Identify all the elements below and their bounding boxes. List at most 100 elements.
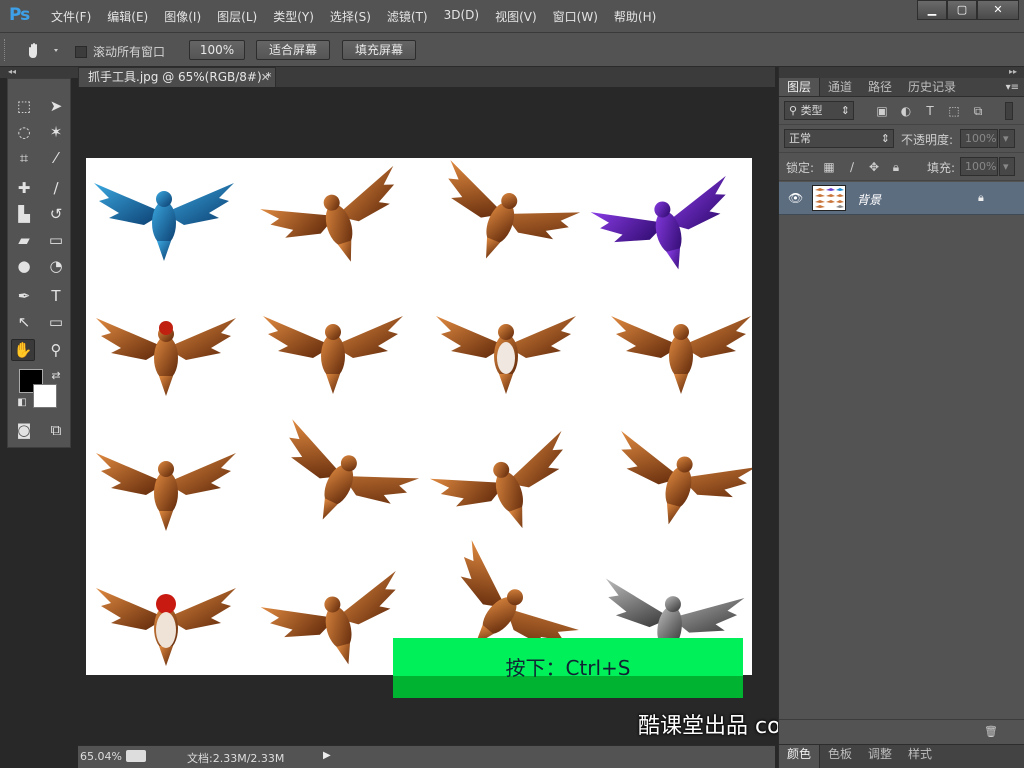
- brush-icon[interactable]: ∕: [44, 177, 68, 199]
- options-bar-grip[interactable]: [4, 39, 7, 61]
- chevron-updown-icon: ⇕: [880, 132, 890, 145]
- blend-mode-select[interactable]: 正常 ⇕: [784, 129, 894, 148]
- lock-transparent-icon[interactable]: ▦: [822, 160, 836, 174]
- fill-screen-button[interactable]: 填充屏幕: [342, 40, 416, 60]
- opacity-field[interactable]: 100%: [960, 129, 998, 148]
- quick-mask-icon[interactable]: ◙: [12, 419, 36, 441]
- menu-filter[interactable]: 滤镜(T): [379, 8, 436, 25]
- menu-type[interactable]: 类型(Y): [265, 8, 322, 25]
- zoom-level-field[interactable]: 65.04%: [80, 750, 122, 763]
- tab-layers[interactable]: 图层: [779, 78, 821, 96]
- eyedropper-icon[interactable]: ⁄: [44, 147, 68, 169]
- healing-brush-icon[interactable]: ✚: [12, 177, 36, 199]
- lock-all-icon[interactable]: 🔒︎: [889, 160, 903, 174]
- layer-filter-kind[interactable]: ⚲ 类型 ⇕: [784, 101, 854, 120]
- scroll-all-label: 滚动所有窗口: [93, 45, 166, 59]
- document-size-info: 文档:2.33M/2.33M: [187, 752, 285, 765]
- opacity-label: 不透明度:: [901, 133, 954, 147]
- magic-wand-icon[interactable]: ✶: [44, 121, 68, 143]
- layers-panel-dock: ▸▸ 图层 通道 路径 历史记录 ▾≡ ⚲ 类型 ⇕ ▣ ◐ T ⬚ ⧉ 正常 …: [778, 67, 1024, 768]
- gradient-icon[interactable]: ▭: [44, 229, 68, 251]
- menu-help[interactable]: 帮助(H): [606, 8, 664, 25]
- panel-menu-icon[interactable]: ▾≡: [1006, 78, 1024, 96]
- document-canvas[interactable]: [86, 158, 757, 690]
- blur-icon[interactable]: ●: [12, 255, 36, 277]
- filter-shape-icon[interactable]: ⬚: [947, 104, 961, 118]
- close-button[interactable]: ✕: [977, 0, 1019, 20]
- path-selection-icon[interactable]: ↖: [12, 311, 36, 333]
- opacity-dropdown[interactable]: ▾: [999, 129, 1015, 148]
- zoom-icon[interactable]: ⚲: [44, 339, 68, 361]
- menu-edit[interactable]: 编辑(E): [99, 8, 156, 25]
- document-tab[interactable]: 抓手工具.jpg @ 65%(RGB/8#) * ✕: [78, 67, 276, 87]
- minimize-button[interactable]: ▁: [917, 0, 947, 20]
- panel-collapse-bar[interactable]: ▸▸: [779, 67, 1024, 78]
- eraser-icon[interactable]: ▰: [12, 229, 36, 251]
- document-tab-title: 抓手工具.jpg @ 65%(RGB/8#) *: [88, 70, 272, 84]
- layers-panel-footer: 🗑︎: [779, 719, 1024, 744]
- color-panel-tabs: 颜色 色板 调整 样式: [779, 744, 1024, 768]
- filter-pixel-icon[interactable]: ▣: [875, 104, 889, 118]
- shortcut-hint-text: 按下：Ctrl+S: [505, 656, 631, 680]
- status-info-icon[interactable]: [126, 750, 146, 762]
- menu-file[interactable]: 文件(F): [43, 8, 99, 25]
- fill-field[interactable]: 100%: [960, 157, 998, 176]
- tab-color[interactable]: 颜色: [779, 745, 821, 768]
- filter-type-icon[interactable]: T: [923, 104, 937, 118]
- lock-position-icon[interactable]: ✥: [867, 160, 881, 174]
- background-color-swatch[interactable]: [33, 384, 57, 408]
- filter-toggle-switch[interactable]: [1005, 102, 1013, 120]
- menu-window[interactable]: 窗口(W): [545, 8, 606, 25]
- history-brush-icon[interactable]: ↺: [44, 203, 68, 225]
- fill-dropdown[interactable]: ▾: [999, 157, 1015, 176]
- layer-filter-row: ⚲ 类型 ⇕ ▣ ◐ T ⬚ ⧉: [779, 97, 1024, 125]
- tab-adjustments[interactable]: 调整: [860, 745, 900, 768]
- lock-image-icon[interactable]: ∕: [845, 160, 859, 174]
- marquee-icon[interactable]: ⬚: [12, 95, 36, 117]
- delete-layer-icon[interactable]: 🗑︎: [984, 725, 998, 738]
- default-colors-icon[interactable]: ◧: [10, 391, 34, 413]
- fit-screen-button[interactable]: 适合屏幕: [256, 40, 330, 60]
- tools-panel: ⬚ ➤ ◌ ✶ ⌗ ⁄ ✚ ∕ ▙ ↺ ▰ ▭ ● ◔ ✒ T ↖ ▭ ✋ ⚲ …: [7, 78, 71, 448]
- menu-image[interactable]: 图像(I): [156, 8, 209, 25]
- layer-name[interactable]: 背景: [857, 191, 881, 208]
- menu-layer[interactable]: 图层(L): [209, 8, 265, 25]
- menu-3d[interactable]: 3D(D): [436, 8, 487, 25]
- menu-view[interactable]: 视图(V): [487, 8, 545, 25]
- type-icon[interactable]: T: [44, 285, 68, 307]
- tab-paths[interactable]: 路径: [860, 78, 900, 96]
- pen-icon[interactable]: ✒: [12, 285, 36, 307]
- tab-channels[interactable]: 通道: [820, 78, 860, 96]
- status-menu-arrow-icon[interactable]: ▶: [323, 750, 331, 761]
- maximize-button[interactable]: ▢: [947, 0, 977, 20]
- clone-stamp-icon[interactable]: ▙: [12, 203, 36, 225]
- scroll-all-checkbox[interactable]: [75, 45, 87, 58]
- toolbar-collapse-bar[interactable]: ◂◂: [0, 67, 78, 78]
- eye-icon[interactable]: 👁︎: [788, 191, 803, 205]
- close-tab-icon[interactable]: ✕: [261, 68, 270, 87]
- rectangle-icon[interactable]: ▭: [44, 311, 68, 333]
- filter-smart-object-icon[interactable]: ⧉: [971, 104, 985, 118]
- tab-history[interactable]: 历史记录: [900, 78, 964, 96]
- filter-adjustment-icon[interactable]: ◐: [899, 104, 913, 118]
- move-icon[interactable]: ➤: [44, 95, 68, 117]
- zoom-100-button[interactable]: 100%: [189, 40, 245, 60]
- scroll-all-windows-option[interactable]: 滚动所有窗口: [75, 43, 165, 60]
- dodge-icon[interactable]: ◔: [44, 255, 68, 277]
- lasso-icon[interactable]: ◌: [12, 121, 36, 143]
- crop-icon[interactable]: ⌗: [12, 147, 36, 169]
- window-controls: ▁ ▢ ✕: [917, 0, 1019, 20]
- hand-icon[interactable]: ✋: [11, 339, 35, 361]
- screen-mode-icon[interactable]: ⧉: [44, 419, 68, 441]
- layer-thumbnail: [812, 185, 846, 211]
- tab-styles[interactable]: 样式: [900, 745, 940, 768]
- menu-select[interactable]: 选择(S): [322, 8, 379, 25]
- tool-preset-picker[interactable]: [24, 41, 64, 61]
- status-bar: 65.04% 文档:2.33M/2.33M ▶: [78, 745, 775, 768]
- main-menu: 文件(F) 编辑(E) 图像(I) 图层(L) 类型(Y) 选择(S) 滤镜(T…: [43, 8, 664, 25]
- layer-item[interactable]: 👁︎ 背景 🔒︎: [779, 182, 1024, 215]
- hand-icon: [29, 43, 37, 58]
- tab-swatches[interactable]: 色板: [820, 745, 860, 768]
- swap-colors-icon[interactable]: ⇄: [44, 364, 68, 386]
- filter-search-icon: ⚲: [789, 104, 798, 117]
